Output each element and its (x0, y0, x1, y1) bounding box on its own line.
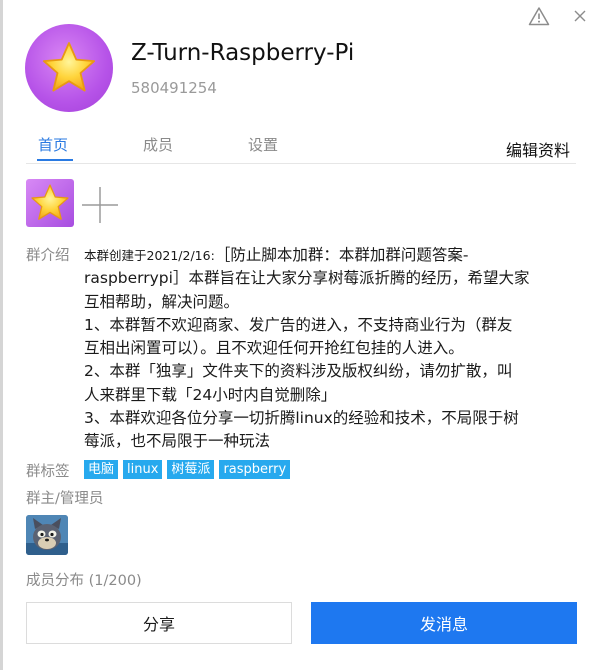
admins-label: 群主/管理员 (26, 491, 104, 507)
intro-line: 1、本群暂不欢迎商家、发广告的进入，不支持商业行为（群友 (84, 315, 513, 334)
group-name: Z-Turn-Raspberry-Pi (131, 40, 355, 66)
group-photo-thumbnail[interactable] (26, 179, 74, 227)
intro-line: 2、本群「独享」文件夹下的资料涉及版权纠纷，请勿扩散，叫 (84, 362, 513, 381)
report-button[interactable] (526, 4, 552, 28)
group-id: 580491254 (131, 79, 217, 97)
close-button[interactable] (567, 4, 593, 28)
intro-created-date: 本群创建于2021/2/16: (84, 248, 215, 263)
window-left-edge (0, 0, 3, 670)
star-icon (31, 184, 69, 220)
edit-profile-button[interactable]: 编辑资料 (506, 137, 570, 161)
star-icon (42, 42, 96, 92)
share-button[interactable]: 分享 (26, 602, 292, 644)
intro-label: 群介绍 (26, 248, 70, 264)
admin-avatar[interactable] (26, 515, 68, 555)
tab-home[interactable]: 首页 (38, 134, 68, 155)
group-avatar[interactable] (25, 24, 113, 112)
tag-chip[interactable]: 树莓派 (167, 460, 215, 479)
tab-members[interactable]: 成员 (143, 134, 173, 155)
cat-avatar-icon (26, 515, 68, 555)
plus-icon (82, 187, 118, 223)
group-intro-text: 本群创建于2021/2/16:［防止脚本加群：本群加群问题答案- raspber… (84, 244, 584, 454)
tag-chip[interactable]: raspberry (219, 460, 291, 479)
add-photo-button[interactable] (80, 185, 120, 225)
tab-settings[interactable]: 设置 (248, 134, 278, 155)
intro-line: 莓派，也不局限于一种玩法 (84, 432, 271, 451)
close-icon (574, 10, 586, 22)
intro-line: 本群创建于2021/2/16:［防止脚本加群：本群加群问题答案- (84, 244, 584, 267)
intro-line: raspberrypi］本群旨在让大家分享树莓派折腾的经历，希望大家 (84, 269, 530, 288)
intro-line: 3、本群欢迎各位分享一切折腾linux的经验和技术，不局限于树 (84, 409, 519, 428)
tab-divider (26, 163, 576, 164)
intro-line: 互相帮助，解决问题。 (84, 292, 240, 311)
tag-chip[interactable]: 电脑 (84, 460, 119, 479)
intro-line: 互相出闲置可以）。且不欢迎任何开抢红包挂的人进入。 (84, 339, 464, 358)
member-distribution-label[interactable]: 成员分布 (1/200) (26, 569, 142, 590)
active-tab-indicator (37, 159, 73, 161)
tag-list: 电脑 linux 树莓派 raspberry (84, 460, 291, 479)
intro-line-rest: ［防止脚本加群：本群加群问题答案- (214, 246, 469, 264)
warning-triangle-icon (528, 7, 550, 26)
send-message-button[interactable]: 发消息 (311, 602, 577, 644)
intro-line: 人来群里下载「24小时内自觉删除」 (84, 385, 337, 404)
tags-label: 群标签 (26, 464, 70, 480)
tag-chip[interactable]: linux (123, 460, 163, 479)
